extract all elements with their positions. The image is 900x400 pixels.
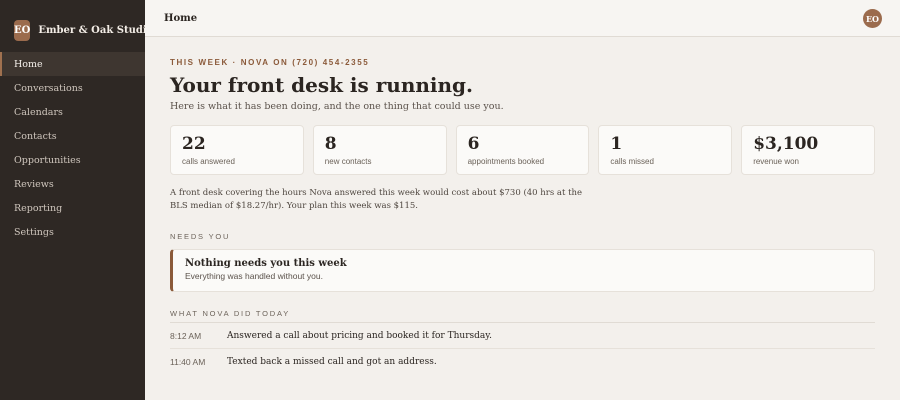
page-title: Home xyxy=(164,13,198,24)
week-eyebrow: THIS WEEK · NOVA ON (720) 454-2355 xyxy=(170,58,370,67)
stat-card-calls-answered: 22 calls answered xyxy=(170,125,304,175)
sidebar-nav: Home Conversations Calendars Contacts Op… xyxy=(0,52,145,244)
stat-value: 1 xyxy=(610,134,623,154)
needs-you-title: Nothing needs you this week xyxy=(185,258,347,269)
stat-value: 6 xyxy=(467,134,480,154)
sidebar: EO Ember & Oak Studio Home Conversations… xyxy=(0,0,153,400)
stat-label: new contacts xyxy=(324,157,372,166)
stat-label: revenue won xyxy=(753,157,799,166)
sidebar-item-home[interactable]: Home xyxy=(0,52,145,76)
activity-time: 11:40 AM xyxy=(170,357,206,367)
stat-label: calls answered xyxy=(182,157,235,166)
brand-logo: EO xyxy=(14,20,31,41)
cost-comparison-note: A front desk covering the hours Nova ans… xyxy=(170,188,582,211)
stat-card-calls-missed: 1 calls missed xyxy=(598,125,733,175)
activity-time: 8:12 AM xyxy=(170,330,202,341)
brand[interactable]: EO Ember & Oak Studio xyxy=(0,0,153,48)
activity-list: 8:12 AM Answered a call about pricing an… xyxy=(170,322,875,375)
sidebar-item-reviews[interactable]: Reviews xyxy=(0,172,145,196)
stat-label: appointments booked xyxy=(467,157,545,166)
user-avatar[interactable]: EO xyxy=(863,9,882,28)
stat-value: 8 xyxy=(324,134,337,154)
sidebar-item-contacts[interactable]: Contacts xyxy=(0,124,145,148)
top-bar: Home EO xyxy=(145,0,900,37)
stats-row: 22 calls answered 8 new contacts 6 appoi… xyxy=(170,125,875,175)
needs-you-card: Nothing needs you this week Everything w… xyxy=(170,249,875,292)
main-content: THIS WEEK · NOVA ON (720) 454-2355 Your … xyxy=(170,37,875,375)
activity-row: 8:12 AM Answered a call about pricing an… xyxy=(170,323,875,349)
stat-value: 22 xyxy=(182,134,206,154)
sidebar-item-conversations[interactable]: Conversations xyxy=(0,76,145,100)
activity-row: 11:40 AM Texted back a missed call and g… xyxy=(170,349,875,375)
sidebar-item-calendars[interactable]: Calendars xyxy=(0,100,145,124)
stat-card-appointments-booked: 6 appointments booked xyxy=(455,125,590,175)
needs-you-heading: NEEDS YOU xyxy=(170,232,231,241)
stat-value: $3,100 xyxy=(753,134,819,154)
brand-name: Ember & Oak Studio xyxy=(38,25,154,36)
sidebar-item-opportunities[interactable]: Opportunities xyxy=(0,148,145,172)
activity-text: Answered a call about pricing and booked… xyxy=(227,330,492,341)
sidebar-item-settings[interactable]: Settings xyxy=(0,220,145,244)
stat-card-revenue-won: $3,100 revenue won xyxy=(741,125,875,175)
subheadline: Here is what it has been doing, and the … xyxy=(170,101,504,112)
activity-heading: WHAT NOVA DID TODAY xyxy=(170,309,291,318)
stat-label: calls missed xyxy=(610,157,654,166)
headline: Your front desk is running. xyxy=(170,73,473,97)
sidebar-item-reporting[interactable]: Reporting xyxy=(0,196,145,220)
needs-you-subtitle: Everything was handled without you. xyxy=(185,271,323,281)
activity-text: Texted back a missed call and got an add… xyxy=(227,357,437,367)
stat-card-new-contacts: 8 new contacts xyxy=(312,125,447,175)
